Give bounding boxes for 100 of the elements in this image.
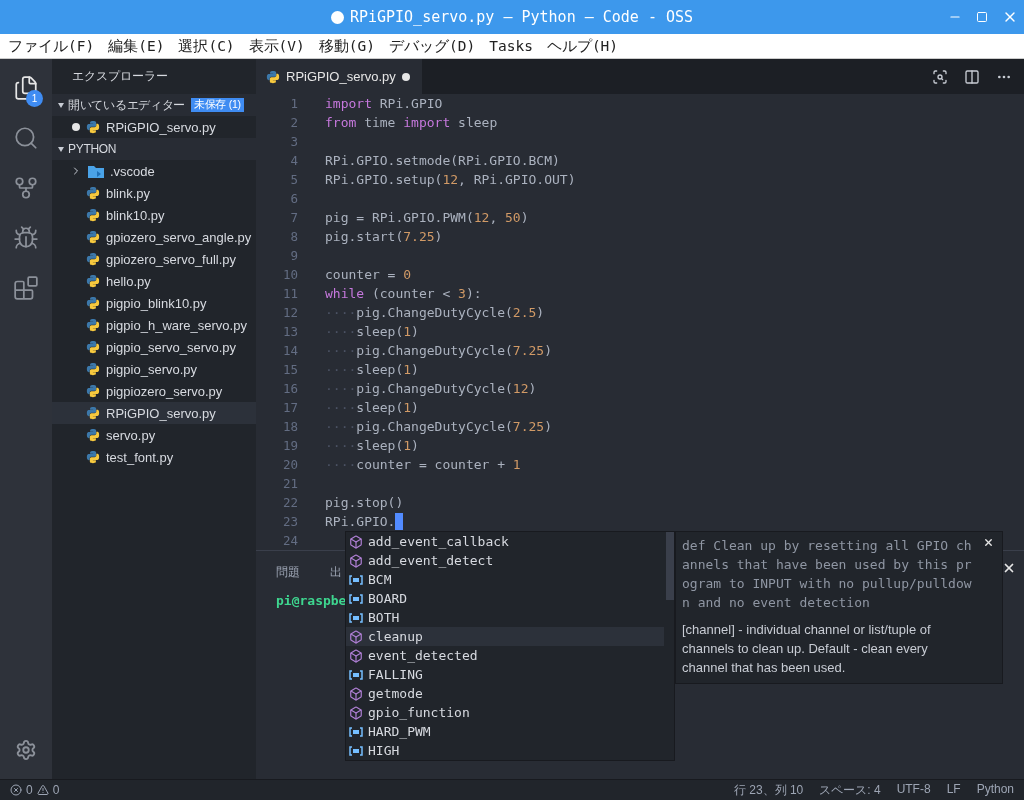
triangle-icon [58, 102, 64, 108]
python-file-icon [86, 230, 100, 244]
terminal-prompt: pi@raspbe [276, 593, 347, 608]
suggestion-item[interactable]: add_event_callback [346, 532, 664, 551]
line-number: 20 [281, 457, 298, 472]
python-file-icon [86, 428, 100, 442]
status-item[interactable]: LF [946, 781, 961, 799]
status-item[interactable]: Python [976, 781, 1014, 799]
suggestion-item[interactable]: BCM [346, 570, 664, 589]
branch-icon [13, 175, 39, 201]
file-item[interactable]: gpiozero_servo_angle.py [52, 226, 256, 248]
maximize-icon[interactable] [976, 11, 988, 23]
section-header[interactable]: 開いているエディター 未保存 (1) [52, 94, 256, 116]
file-item[interactable]: RPiGPIO_servo.py [52, 402, 256, 424]
code-line: import RPi.GPIO [325, 96, 443, 111]
menu-item[interactable]: ファイル(F) [8, 36, 95, 56]
line-number: 13 [281, 324, 298, 339]
panel-tab[interactable]: 問題 [276, 564, 300, 580]
scrollbar-thumb[interactable] [666, 532, 674, 600]
window-title: RPiGPIO_servo.py — Python — Code - OSS [349, 8, 694, 26]
cube-icon [349, 648, 363, 663]
python-file-icon [86, 186, 100, 200]
python-file-icon [86, 450, 100, 464]
close-icon[interactable] [983, 537, 994, 548]
cube-icon [349, 686, 363, 701]
file-item[interactable]: pigpio_servo.py [52, 358, 256, 380]
code-line: RPi.GPIO.setmode(RPi.GPIO.BCM) [325, 153, 560, 168]
file-item[interactable]: servo.py [52, 424, 256, 446]
line-number: 10 [281, 267, 298, 282]
menu-item[interactable]: Tasks [489, 38, 533, 54]
count-badge: 1 [26, 90, 43, 107]
search-icon[interactable] [932, 68, 948, 85]
python-file-icon [86, 362, 100, 376]
menu-item[interactable]: 編集(E) [108, 36, 165, 56]
line-number: 18 [281, 419, 298, 434]
file-item[interactable]: blink.py [52, 182, 256, 204]
python-file-icon [86, 406, 100, 420]
suggestion-item[interactable]: HARD_PWM [346, 722, 664, 741]
editor-tab[interactable]: RPiGPIO_servo.py [256, 59, 422, 94]
suggestion-item[interactable]: FALLING [346, 665, 664, 684]
menu-item[interactable]: 移動(G) [318, 36, 375, 56]
menu-item[interactable]: 選択(C) [178, 36, 235, 56]
error-count[interactable]: 0 [26, 783, 33, 797]
line-number: 24 [281, 533, 298, 548]
search-icon [13, 125, 39, 151]
menu-item[interactable]: 表示(V) [248, 36, 305, 56]
section-header[interactable]: PYTHON [52, 138, 256, 160]
split-editor-icon[interactable] [964, 68, 980, 85]
constant-icon [349, 593, 363, 604]
suggestion-item[interactable]: gpio_function [346, 703, 664, 722]
suggestion-item[interactable]: getmode [346, 684, 664, 703]
unsaved-dot [401, 72, 410, 81]
warning-count[interactable]: 0 [52, 783, 60, 797]
line-number: 11 [281, 286, 298, 301]
code-line: pig = RPi.GPIO.PWM(12, 50) [325, 210, 529, 225]
line-number: 1 [289, 96, 298, 111]
folder-icon [88, 164, 104, 178]
menu-item[interactable]: ヘルプ(H) [546, 36, 619, 56]
suggestion-item[interactable]: BOTH [346, 608, 664, 627]
constant-icon [349, 612, 363, 623]
suggestion-item[interactable]: event_detected [346, 646, 664, 665]
line-number: 3 [289, 134, 298, 149]
line-number: 8 [289, 229, 298, 244]
sidebar-title: エクスプローラー [72, 69, 168, 84]
file-item[interactable]: pigpio_servo_servo.py [52, 336, 256, 358]
suggestion-item[interactable]: BOARD [346, 589, 664, 608]
line-number: 2 [289, 115, 298, 130]
python-file-icon [266, 69, 280, 84]
line-number: 12 [281, 305, 298, 320]
file-item[interactable]: gpiozero_servo_full.py [52, 248, 256, 270]
code-line: from time import sleep [325, 115, 498, 130]
suggestion-item[interactable]: HIGH [346, 741, 664, 760]
suggestion-item[interactable]: add_event_detect [346, 551, 664, 570]
code-line: RPi.GPIO. [325, 513, 404, 530]
file-item[interactable]: test_font.py [52, 446, 256, 468]
file-item[interactable]: pigpiozero_servo.py [52, 380, 256, 402]
python-file-icon [86, 340, 100, 354]
status-item[interactable]: UTF-8 [896, 781, 931, 799]
folder-item[interactable]: .vscode [52, 160, 256, 182]
file-item[interactable]: RPiGPIO_servo.py [52, 116, 256, 138]
python-file-icon [86, 252, 100, 266]
file-item[interactable]: hello.py [52, 270, 256, 292]
close-icon[interactable] [1002, 561, 1016, 575]
line-number: 15 [281, 362, 298, 377]
status-item[interactable]: 行 23、列 10 [733, 781, 804, 799]
suggestion-item[interactable]: cleanup [346, 627, 664, 646]
file-item[interactable]: blink10.py [52, 204, 256, 226]
line-number: 16 [281, 381, 298, 396]
error-icon [10, 784, 22, 796]
file-item[interactable]: pigpio_h_ware_servo.py [52, 314, 256, 336]
constant-icon [349, 669, 363, 680]
status-item[interactable]: スペース: 4 [819, 781, 881, 799]
panel-tab[interactable]: 出 [330, 564, 342, 580]
code-line: ····pig.ChangeDutyCycle(12) [325, 381, 537, 396]
line-number: 19 [281, 438, 298, 453]
warning-icon [36, 784, 49, 796]
menu-item[interactable]: デバッグ(D) [389, 36, 476, 56]
line-number: 23 [281, 514, 298, 529]
file-item[interactable]: pigpio_blink10.py [52, 292, 256, 314]
line-number: 9 [289, 248, 298, 263]
